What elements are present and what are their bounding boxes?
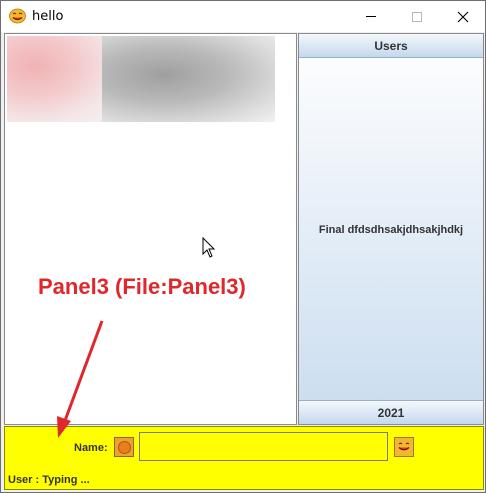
title-bar[interactable]: hello (1, 1, 485, 32)
name-label: Name: (74, 442, 108, 454)
close-button[interactable] (440, 1, 486, 32)
input-bar: Name: User : Typing ... (4, 426, 484, 490)
minimize-icon (366, 16, 376, 17)
minimize-button[interactable] (348, 1, 394, 32)
app-window: hello Panel3 (File:Panel3) Users Final d… (0, 0, 486, 493)
users-panel: Users Final dfdsdhsakjdhsakjhdkj 2021 (298, 33, 484, 425)
name-input[interactable] (139, 432, 388, 461)
annotation-label: Panel3 (File:Panel3) (38, 274, 246, 299)
maximize-icon (412, 11, 422, 22)
circle-icon (117, 440, 131, 454)
blurred-photo (7, 36, 275, 122)
smiley-icon (398, 442, 410, 451)
close-icon (457, 11, 469, 22)
emoji-button[interactable] (394, 437, 414, 457)
color-picker-button[interactable] (114, 437, 134, 457)
users-header[interactable]: Users (299, 34, 483, 58)
window-title: hello (32, 9, 64, 24)
mouse-cursor-icon (202, 237, 216, 258)
messages-panel[interactable] (4, 33, 297, 425)
typing-status: User : Typing ... (8, 474, 90, 486)
users-list-item[interactable]: Final dfdsdhsakjdhsakjhdkj (299, 224, 483, 236)
year-footer: 2021 (299, 400, 483, 424)
maximize-button[interactable] (394, 1, 440, 32)
smiley-icon (9, 8, 26, 24)
